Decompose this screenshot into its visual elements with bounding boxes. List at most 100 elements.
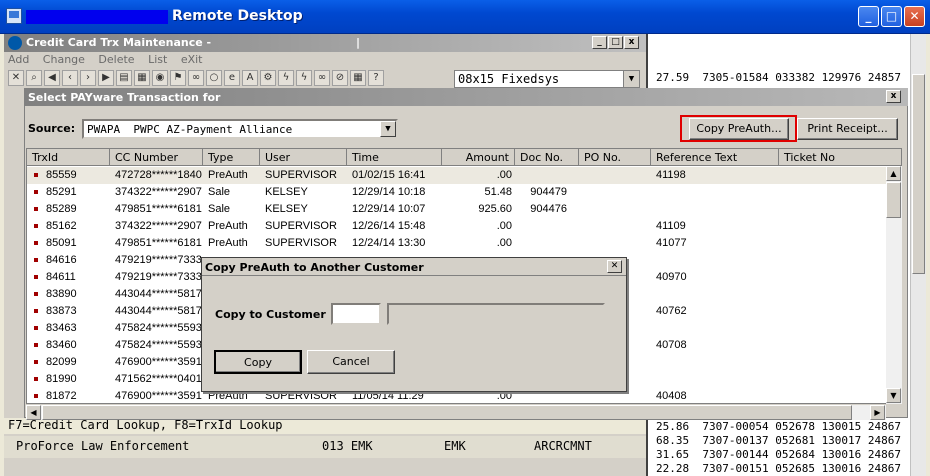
table-row[interactable]: 85162 374322******2907 PreAuth SUPERVISOR 12… <box>27 218 887 235</box>
help-icon[interactable]: ? <box>368 70 384 86</box>
app-titlebar: Credit Card Trx Maintenance - | _ □ x <box>4 34 646 52</box>
chevron-down-icon[interactable]: ▼ <box>623 71 639 87</box>
scroll-thumb[interactable] <box>42 405 852 420</box>
column-header[interactable]: PO No. <box>579 149 651 166</box>
delete-icon[interactable]: ✕ <box>8 70 24 86</box>
font-select[interactable]: 08x15 Fixedsys ▼ <box>454 70 640 88</box>
payware-close-button[interactable]: x <box>886 90 901 103</box>
column-header[interactable]: Type <box>203 149 260 166</box>
cell-trxid: 85091 <box>46 237 77 249</box>
menu-add[interactable]: Add <box>8 53 29 66</box>
cell-cc: 472728******1840 <box>115 169 202 181</box>
column-header[interactable]: Doc No. <box>515 149 579 166</box>
source-label: Source: <box>28 122 76 135</box>
cell-cc: 471562******0401 <box>115 373 202 385</box>
menu-exit[interactable]: eXit <box>181 53 203 66</box>
browser-icon[interactable]: e <box>224 70 240 86</box>
last-icon[interactable]: ▶ <box>98 70 114 86</box>
menu-change[interactable]: Change <box>43 53 85 66</box>
table-horizontal-scrollbar[interactable]: ◀ ▶ <box>26 404 886 420</box>
maximize-button[interactable]: □ <box>881 6 902 27</box>
font-icon[interactable]: A <box>242 70 258 86</box>
settings-icon[interactable]: ⚙ <box>260 70 276 86</box>
calc-icon[interactable]: ▦ <box>350 70 366 86</box>
source-value: PWAPA PWPC AZ-Payment Alliance <box>87 123 293 136</box>
cell-trxid: 83890 <box>46 288 77 300</box>
column-header[interactable]: CC Number <box>110 149 203 166</box>
menu-list[interactable]: List <box>148 53 167 66</box>
company-code: 013 EMK <box>322 439 373 453</box>
cell-cc: 374322******2907 <box>115 186 202 198</box>
copy-dialog-close-button[interactable]: ✕ <box>607 260 622 273</box>
column-header[interactable]: User <box>260 149 347 166</box>
binoculars-icon[interactable]: ∞ <box>188 70 204 86</box>
terminal-line: 22.28 7307-00151 052685 130016 24867 <box>656 462 902 475</box>
close-button[interactable]: ✕ <box>904 6 925 27</box>
magnifier-icon[interactable]: ○ <box>206 70 222 86</box>
column-header[interactable]: Time <box>347 149 442 166</box>
app-close-button[interactable]: x <box>624 36 639 49</box>
column-header[interactable]: TrxId <box>27 149 110 166</box>
terminal-scrollbar[interactable] <box>910 34 926 476</box>
flash-icon[interactable]: ϟ <box>296 70 312 86</box>
cell-ref: 41198 <box>656 169 686 181</box>
row-bullet-icon <box>34 292 38 296</box>
cancel-button[interactable]: Cancel <box>307 350 395 374</box>
scroll-up-icon[interactable]: ▲ <box>886 166 901 181</box>
terminal-line: 68.35 7307-00137 052681 130017 24867 <box>656 434 902 447</box>
print-receipt-button[interactable]: Print Receipt... <box>797 118 898 140</box>
row-bullet-icon <box>34 190 38 194</box>
cell-doc: 904479 <box>530 186 567 198</box>
copy-to-customer-label: Copy to Customer <box>215 308 326 321</box>
cell-cc: 475824******5593 <box>115 322 202 334</box>
doc-icon[interactable]: ▤ <box>116 70 132 86</box>
cell-cc: 479851******6181 <box>115 237 202 249</box>
row-bullet-icon <box>34 258 38 262</box>
link-icon[interactable]: ∞ <box>314 70 330 86</box>
first-icon[interactable]: ◀ <box>44 70 60 86</box>
cell-doc: 904476 <box>530 203 567 215</box>
cell-ref: 40762 <box>656 305 687 317</box>
cell-ref: 40970 <box>656 271 687 283</box>
copy-button[interactable]: Copy <box>214 350 302 374</box>
row-bullet-icon <box>34 275 38 279</box>
table-row[interactable]: 85291 374322******2907 Sale KELSEY 12/29/14 … <box>27 184 887 201</box>
app-minimize-button[interactable]: _ <box>592 36 607 49</box>
table-row[interactable]: 85091 479851******6181 PreAuth SUPERVISOR 12… <box>27 235 887 252</box>
table-vertical-scrollbar[interactable]: ▲ ▼ <box>886 166 902 404</box>
lightning-icon[interactable]: ϟ <box>278 70 294 86</box>
cell-ref: 40408 <box>656 390 687 402</box>
app-title: Credit Card Trx Maintenance - <box>26 36 212 49</box>
chevron-down-icon[interactable]: ▼ <box>380 121 396 137</box>
menu-delete[interactable]: Delete <box>98 53 134 66</box>
scroll-thumb[interactable] <box>912 74 925 274</box>
scroll-thumb[interactable] <box>886 182 901 218</box>
minimize-button[interactable]: _ <box>858 6 879 27</box>
cell-trxid: 84616 <box>46 254 77 266</box>
next-icon[interactable]: › <box>80 70 96 86</box>
cell-user: KELSEY <box>265 203 308 215</box>
row-bullet-icon <box>34 224 38 228</box>
table-row[interactable]: 85559 472728******1840 PreAuth SUPERVISOR 01… <box>27 167 887 184</box>
prev-icon[interactable]: ‹ <box>62 70 78 86</box>
cell-trxid: 83463 <box>46 322 77 334</box>
globe-icon[interactable]: ◉ <box>152 70 168 86</box>
find-icon[interactable]: ⌕ <box>26 70 42 86</box>
customer-input[interactable] <box>331 303 381 325</box>
app-maximize-button[interactable]: □ <box>608 36 623 49</box>
column-header[interactable]: Ticket No <box>779 149 901 166</box>
flag-icon[interactable]: ⚑ <box>170 70 186 86</box>
cell-cc: 479219******7333 <box>115 271 202 283</box>
copy-preauth-button[interactable]: Copy PreAuth... <box>689 118 789 140</box>
scroll-right-icon[interactable]: ▶ <box>870 405 885 420</box>
stop-icon[interactable]: ⊘ <box>332 70 348 86</box>
column-header[interactable]: Amount <box>442 149 515 166</box>
table-row[interactable]: 85289 479851******6181 Sale KELSEY 12/29/14 … <box>27 201 887 218</box>
print-icon[interactable]: ▦ <box>134 70 150 86</box>
cell-cc: 479851******6181 <box>115 203 202 215</box>
window-title: Remote Desktop <box>172 8 303 24</box>
scroll-left-icon[interactable]: ◀ <box>26 405 41 420</box>
scroll-down-icon[interactable]: ▼ <box>886 388 901 403</box>
source-select[interactable]: PWAPA PWPC AZ-Payment Alliance ▼ <box>82 119 398 139</box>
column-header[interactable]: Reference Text <box>651 149 779 166</box>
